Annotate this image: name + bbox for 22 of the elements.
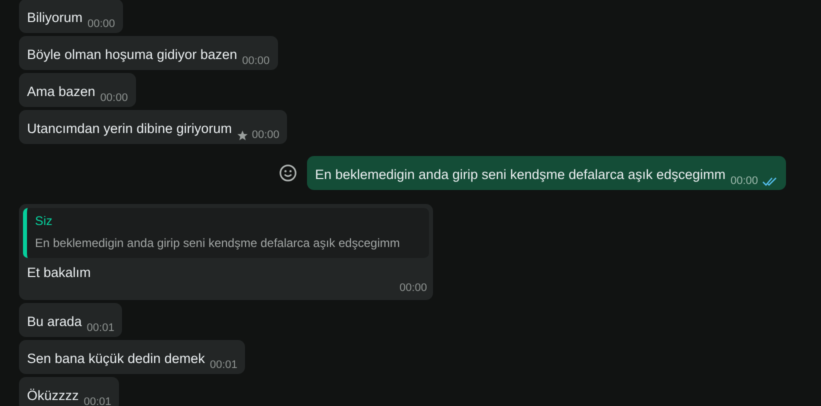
- message-text: Ama bazen: [27, 83, 96, 101]
- message-text: En beklemedigin anda girip seni kendşme defalarca aşık edşcegimm: [314, 166, 726, 184]
- message-time: 00:01: [84, 396, 112, 406]
- emoji-icon[interactable]: [278, 164, 297, 182]
- quote-text: En beklemedigin anda girip seni kendşme defalarca aşık edşcegimm: [35, 236, 401, 250]
- message-time: 00:00: [399, 282, 428, 296]
- message-time: 00:01: [86, 322, 114, 334]
- message-text: Et bakalım: [26, 264, 92, 282]
- message-text: Öküzzzz: [27, 387, 79, 405]
- message-time: 00:00: [242, 55, 270, 67]
- message-time: 00:00: [88, 18, 116, 30]
- message-text: Sen bana küçük dedin demek: [27, 350, 205, 368]
- quoted-message[interactable]: Siz En beklemedigin anda girip seni kendşme defalarca aşık edşcegimm: [23, 208, 429, 258]
- quote-author: Siz: [35, 214, 54, 228]
- message-time: 00:00: [252, 129, 280, 141]
- message-time: 00:00: [100, 92, 128, 104]
- message-time: 00:01: [210, 359, 238, 371]
- message-text: Bu arada: [27, 313, 82, 331]
- message-text: Böyle olman hoşuma gidiyor bazen: [27, 46, 238, 64]
- message-text: Biliyorum: [27, 9, 83, 27]
- message-time: 00:00: [730, 175, 758, 187]
- message-text: Utancımdan yerin dibine giriyorum: [27, 120, 232, 138]
